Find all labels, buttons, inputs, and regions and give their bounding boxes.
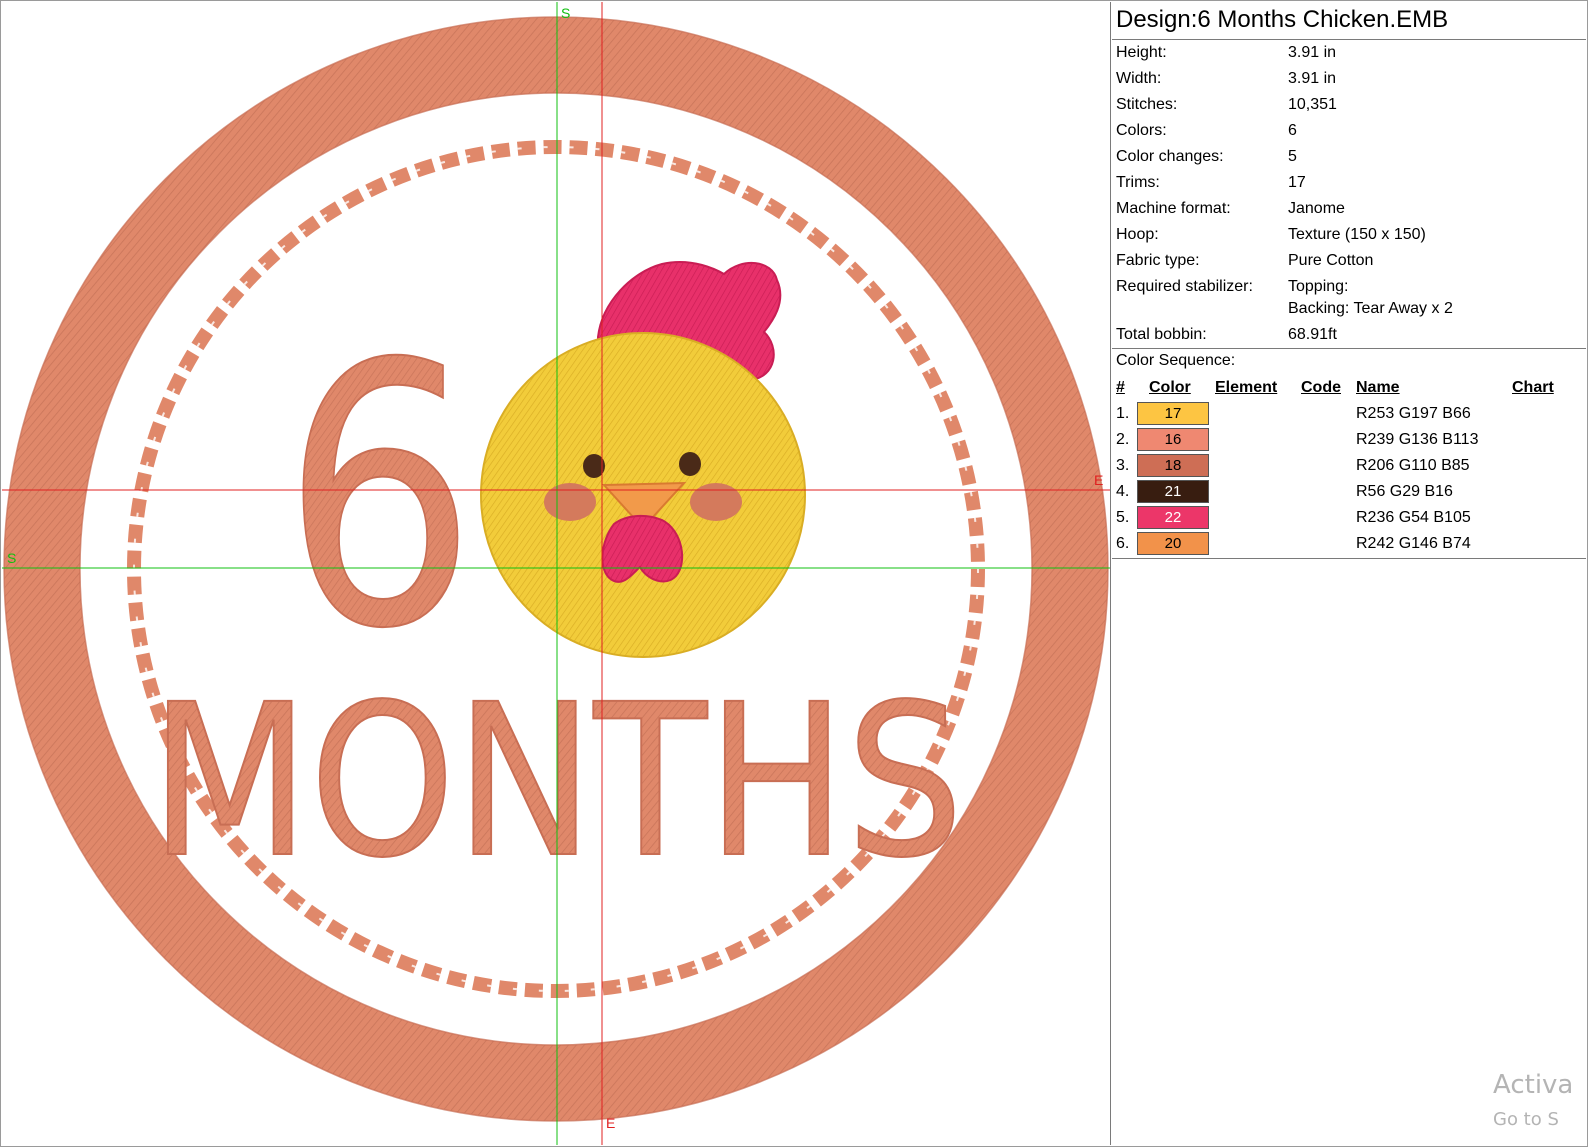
design-info-panel: Design:6 Months Chicken.EMB Height: 3.91… xyxy=(1112,2,1586,1145)
col-header-number: # xyxy=(1116,379,1125,396)
numeral-six: 6 xyxy=(282,288,477,707)
design-canvas: 6 MONTHS S S E E xyxy=(2,2,1111,1145)
width-label: Width: xyxy=(1116,70,1162,87)
color-sequence-row: 3. 18 R206 G110 B85 xyxy=(1112,454,1586,478)
trims-label: Trims: xyxy=(1116,174,1160,191)
color-swatch: 16 xyxy=(1137,428,1209,451)
stabilizer-backing-value: Backing: Tear Away x 2 xyxy=(1288,300,1453,317)
colors-label: Colors: xyxy=(1116,122,1167,139)
watermark-line-2: Go to S xyxy=(1493,1109,1559,1130)
total-bobbin-label: Total bobbin: xyxy=(1116,326,1207,343)
stabilizer-label: Required stabilizer: xyxy=(1116,278,1253,295)
color-name: R239 G136 B113 xyxy=(1356,431,1479,448)
width-value: 3.91 in xyxy=(1288,70,1337,87)
colors-value: 6 xyxy=(1288,122,1297,139)
col-header-element: Element xyxy=(1215,379,1278,396)
color-name: R242 G146 B74 xyxy=(1356,535,1471,552)
color-sequence-row: 1. 17 R253 G197 B66 xyxy=(1112,402,1586,426)
color-swatch: 22 xyxy=(1137,506,1209,529)
row-number: 2. xyxy=(1116,431,1130,448)
height-value: 3.91 in xyxy=(1288,44,1337,61)
color-sequence-row: 4. 21 R56 G29 B16 xyxy=(1112,480,1586,504)
color-swatch: 20 xyxy=(1137,532,1209,555)
col-header-code: Code xyxy=(1301,379,1341,396)
start-marker-left: S xyxy=(7,550,17,566)
row-number: 4. xyxy=(1116,483,1130,500)
stabilizer-topping-value: Topping: xyxy=(1288,278,1349,295)
row-number: 5. xyxy=(1116,509,1130,526)
chicken-wattle xyxy=(601,514,684,583)
activation-watermark: Activa Go to S xyxy=(1493,1069,1587,1145)
end-marker-right: E xyxy=(1094,472,1104,488)
color-sequence-row: 2. 16 R239 G136 B113 xyxy=(1112,428,1586,452)
embroidery-design: 6 MONTHS xyxy=(2,2,1110,1145)
height-label: Height: xyxy=(1116,44,1167,61)
row-number: 6. xyxy=(1116,535,1130,552)
color-sequence-title: Color Sequence: xyxy=(1116,352,1236,369)
total-bobbin-value: 68.91ft xyxy=(1288,326,1337,343)
color-name: R236 G54 B105 xyxy=(1356,509,1471,526)
row-number: 1. xyxy=(1116,405,1130,422)
divider xyxy=(1112,348,1586,349)
col-header-chart: Chart xyxy=(1512,379,1554,396)
color-swatch: 17 xyxy=(1137,402,1209,425)
col-header-name: Name xyxy=(1356,379,1400,396)
color-swatch: 18 xyxy=(1137,454,1209,477)
machine-format-label: Machine format: xyxy=(1116,200,1231,217)
chicken-right-cheek xyxy=(690,483,742,521)
machine-format-value: Janome xyxy=(1288,200,1345,217)
hoop-value: Texture (150 x 150) xyxy=(1288,226,1426,243)
col-header-color: Color xyxy=(1149,379,1191,396)
watermark-line-1: Activa xyxy=(1493,1070,1574,1100)
chicken-illustration xyxy=(480,260,806,658)
color-name: R206 G110 B85 xyxy=(1356,457,1470,474)
stitches-label: Stitches: xyxy=(1116,96,1178,113)
color-name: R56 G29 B16 xyxy=(1356,483,1453,500)
divider xyxy=(1112,39,1586,40)
chicken-left-cheek xyxy=(544,483,596,521)
color-changes-label: Color changes: xyxy=(1116,148,1224,165)
chicken-right-eye xyxy=(679,452,701,476)
color-changes-value: 5 xyxy=(1288,148,1297,165)
color-name: R253 G197 B66 xyxy=(1356,405,1471,422)
end-marker-bottom: E xyxy=(606,1115,616,1131)
color-swatch: 21 xyxy=(1137,480,1209,503)
start-marker-top: S xyxy=(561,5,571,21)
trims-value: 17 xyxy=(1288,174,1306,191)
preview-window: 6 MONTHS S S E E Design:6 Months Chicken… xyxy=(0,0,1588,1147)
color-sequence-row: 5. 22 R236 G54 B105 xyxy=(1112,506,1586,530)
hoop-label: Hoop: xyxy=(1116,226,1159,243)
design-title: Design:6 Months Chicken.EMB xyxy=(1116,6,1449,33)
row-number: 3. xyxy=(1116,457,1130,474)
color-sequence-row: 6. 20 R242 G146 B74 xyxy=(1112,532,1586,556)
divider xyxy=(1112,558,1586,559)
fabric-type-label: Fabric type: xyxy=(1116,252,1200,269)
stitches-value: 10,351 xyxy=(1288,96,1337,113)
fabric-type-value: Pure Cotton xyxy=(1288,252,1374,269)
